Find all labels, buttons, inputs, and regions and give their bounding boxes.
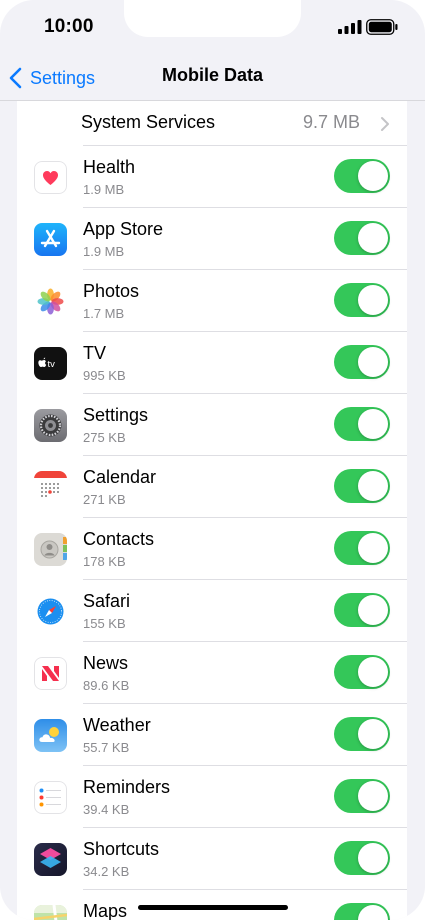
signal-icon — [338, 20, 362, 34]
navigation-bar: Settings Mobile Data — [0, 56, 425, 101]
toggle-knob — [358, 905, 388, 920]
toggle-knob — [358, 347, 388, 377]
mobile-data-toggle-settings[interactable] — [334, 407, 390, 441]
system-services-value: 9.7 MB — [302, 112, 360, 132]
app-name: News — [83, 653, 129, 673]
mobile-data-toggle-maps[interactable] — [334, 903, 390, 920]
app-data-usage: 39.4 KB — [83, 802, 130, 817]
status-bar: 10:00 — [0, 0, 425, 56]
app-data-usage: 34.2 KB — [83, 864, 130, 879]
system-services-label: System Services — [81, 112, 216, 132]
app-data-usage: 89.6 KB — [83, 678, 130, 693]
app-name: Weather — [83, 715, 151, 735]
mobile-data-toggle-news[interactable] — [334, 655, 390, 689]
app-row-weather: Weather 55.7 KB — [17, 704, 407, 766]
contacts-icon — [34, 533, 67, 566]
toggle-knob — [358, 223, 388, 253]
toggle-knob — [358, 161, 388, 191]
mobile-data-toggle-weather[interactable] — [334, 717, 390, 751]
app-row-tv: tv TV 995 KB — [17, 332, 407, 394]
app-name: TV — [83, 343, 107, 363]
app-row-news: News 89.6 KB — [17, 642, 407, 704]
app-name: Maps — [83, 901, 128, 920]
system-services-row[interactable]: System Services 9.7 MB — [17, 101, 407, 146]
app-row-shortcuts: Shortcuts 34.2 KB — [17, 828, 407, 890]
mobile-data-toggle-tv[interactable] — [334, 345, 390, 379]
mobile-data-toggle-calendar[interactable] — [334, 469, 390, 503]
battery-icon — [366, 19, 398, 35]
maps-icon — [34, 905, 67, 920]
app-name: Shortcuts — [83, 839, 160, 859]
calendar-icon — [34, 471, 67, 504]
app-data-usage: 155 KB — [83, 616, 126, 631]
notch — [124, 0, 301, 37]
phone-screen: 10:00 Settings Mobile Data System Servic… — [0, 0, 425, 920]
app-row-photos: Photos 1.7 MB — [17, 270, 407, 332]
chevron-right-icon — [381, 117, 389, 131]
mobile-data-toggle-health[interactable] — [334, 159, 390, 193]
mobile-data-toggle-safari[interactable] — [334, 593, 390, 627]
toggle-knob — [358, 471, 388, 501]
app-data-usage: 1.7 MB — [83, 306, 125, 321]
toggle-knob — [358, 657, 388, 687]
toggle-knob — [358, 285, 388, 315]
toggle-knob — [358, 843, 388, 873]
app-row-app-store: App Store 1.9 MB — [17, 208, 407, 270]
app-data-usage: 178 KB — [83, 554, 126, 569]
app-name: Photos — [83, 281, 140, 301]
toggle-knob — [358, 409, 388, 439]
reminders-icon — [34, 781, 67, 814]
status-time: 10:00 — [44, 16, 94, 37]
app-data-usage: 271 KB — [83, 492, 126, 507]
app-name: Calendar — [83, 467, 157, 487]
app-name: Reminders — [83, 777, 171, 797]
app-name: Safari — [83, 591, 131, 611]
mobile-data-toggle-shortcuts[interactable] — [334, 841, 390, 875]
weather-icon — [34, 719, 67, 752]
page-title: Mobile Data — [161, 65, 263, 85]
app-store-icon — [34, 223, 67, 256]
app-data-usage: 275 KB — [83, 430, 126, 445]
toggle-knob — [358, 595, 388, 625]
app-name: App Store — [83, 219, 164, 239]
settings-icon — [34, 409, 67, 442]
safari-icon — [34, 595, 67, 628]
mobile-data-toggle-photos[interactable] — [334, 283, 390, 317]
toggle-knob — [358, 781, 388, 811]
photos-icon — [34, 285, 67, 318]
shortcuts-icon — [34, 843, 67, 876]
app-data-usage: 995 KB — [83, 368, 126, 383]
app-data-usage: 1.9 MB — [83, 182, 125, 197]
app-row-settings: Settings 275 KB — [17, 394, 407, 456]
app-name: Settings — [83, 405, 149, 425]
app-list: System Services 9.7 MB Health 1.9 MB App… — [17, 101, 407, 920]
mobile-data-toggle-reminders[interactable] — [334, 779, 390, 813]
mobile-data-toggle-contacts[interactable] — [334, 531, 390, 565]
toggle-knob — [358, 533, 388, 563]
health-icon — [34, 161, 67, 194]
app-row-calendar: Calendar 271 KB — [17, 456, 407, 518]
svg-text:tv: tv — [48, 359, 56, 370]
app-name: Health — [83, 157, 136, 177]
tv-icon: tv — [34, 347, 67, 380]
app-row-health: Health 1.9 MB — [17, 146, 407, 208]
app-data-usage: 1.9 MB — [83, 244, 125, 259]
app-data-usage: 55.7 KB — [83, 740, 130, 755]
app-name: Contacts — [83, 529, 155, 549]
app-row-contacts: Contacts 178 KB — [17, 518, 407, 580]
app-row-safari: Safari 155 KB — [17, 580, 407, 642]
toggle-knob — [358, 719, 388, 749]
home-indicator[interactable] — [138, 905, 288, 910]
app-row-reminders: Reminders 39.4 KB — [17, 766, 407, 828]
news-icon — [34, 657, 67, 690]
mobile-data-toggle-app-store[interactable] — [334, 221, 390, 255]
